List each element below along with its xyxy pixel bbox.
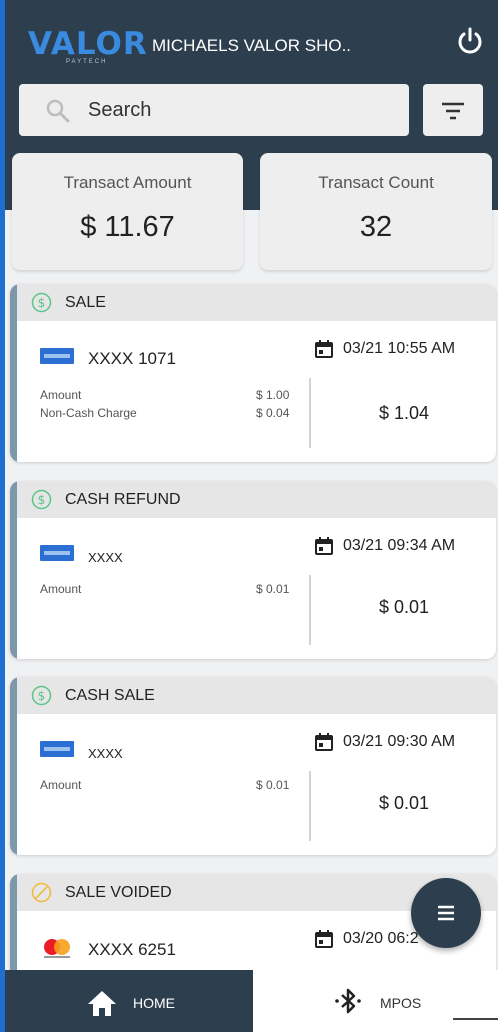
nav-mpos-tab[interactable]: MPOS <box>253 970 498 1032</box>
search-icon <box>45 98 71 124</box>
nav-indicator <box>453 1018 498 1020</box>
transaction-card[interactable]: $ CASH SALE XXXX 03/21 09:30 AM Amount $… <box>10 677 496 855</box>
transact-amount-card: Transact Amount $ 11.67 <box>12 153 243 270</box>
calendar-icon <box>315 733 333 751</box>
card-number: XXXX <box>88 550 123 565</box>
amount-value: $ 0.01 <box>256 778 290 792</box>
void-icon <box>31 882 52 903</box>
nav-home-tab[interactable]: HOME <box>0 970 253 1032</box>
transaction-type: SALE VOIDED <box>65 884 172 901</box>
card-number: XXXX <box>88 746 123 761</box>
transaction-datetime: 03/21 09:34 AM <box>343 537 456 554</box>
logo-subtitle: PAYTECH <box>66 59 108 65</box>
search-input[interactable]: Search <box>19 84 409 136</box>
non-cash-charge-label: Non-Cash Charge <box>40 406 137 420</box>
card-stripe <box>10 481 17 659</box>
mastercard-icon <box>40 938 74 958</box>
card-stripe <box>10 677 17 855</box>
transact-amount-value: $ 11.67 <box>80 211 175 243</box>
bluetooth-icon <box>335 988 361 1014</box>
svg-text:$: $ <box>38 689 46 703</box>
card-number: XXXX 6251 <box>88 940 176 959</box>
svg-text:$: $ <box>38 296 46 310</box>
calendar-icon <box>315 537 333 555</box>
filter-icon <box>442 102 464 120</box>
dollar-circle-icon: $ <box>31 292 52 313</box>
amount-label: Amount <box>40 778 82 792</box>
transaction-total: $ 0.01 <box>379 793 430 813</box>
amount-label: Amount <box>40 582 82 596</box>
transaction-card[interactable]: $ SALE XXXX 1071 03/21 10:55 AM Amount $… <box>10 284 496 462</box>
transact-count-value: 32 <box>359 211 393 243</box>
amount-value: $ 1.00 <box>256 388 290 402</box>
amount-label: Amount <box>40 388 82 402</box>
transact-count-card: Transact Count 32 <box>260 153 492 270</box>
dollar-circle-icon: $ <box>31 685 52 706</box>
transaction-card[interactable]: $ CASH REFUND XXXX 03/21 09:34 AM Amount… <box>10 481 496 659</box>
transaction-header: $ SALE <box>17 284 496 321</box>
transaction-datetime: 03/21 10:55 AM <box>343 340 456 357</box>
card-stripe <box>10 284 17 462</box>
amount-value: $ 0.01 <box>256 582 290 596</box>
amex-card-icon <box>40 348 74 364</box>
dollar-circle-icon: $ <box>31 489 52 510</box>
transaction-total: $ 1.04 <box>379 403 430 423</box>
transaction-header: $ CASH SALE <box>17 677 496 714</box>
bottom-nav: HOME MPOS <box>0 970 498 1032</box>
valor-logo: VALOR PAYTECH <box>28 26 148 66</box>
power-icon[interactable] <box>455 26 485 56</box>
search-placeholder: Search <box>88 99 152 121</box>
svg-text:$: $ <box>38 493 46 507</box>
merchant-name: MICHAELS VALOR SHO.. <box>152 36 352 55</box>
filter-button[interactable] <box>423 84 483 136</box>
transact-count-label: Transact Count <box>318 173 434 192</box>
transaction-datetime: 03/20 06:2 <box>343 930 419 947</box>
amex-card-icon <box>40 545 74 561</box>
logo-text: VALOR <box>28 26 148 62</box>
home-icon <box>88 991 116 1016</box>
nav-home-label: HOME <box>133 995 175 1011</box>
nav-mpos-label: MPOS <box>380 995 422 1011</box>
transaction-type: CASH SALE <box>65 687 155 704</box>
menu-fab-button[interactable] <box>411 878 481 948</box>
transaction-type: CASH REFUND <box>65 491 181 508</box>
screen-edge <box>0 0 5 1032</box>
transaction-header: $ CASH REFUND <box>17 481 496 518</box>
transaction-type: SALE <box>65 294 106 311</box>
transaction-datetime: 03/21 09:30 AM <box>343 733 456 750</box>
calendar-icon <box>315 340 333 358</box>
transaction-total: $ 0.01 <box>379 597 430 617</box>
transact-amount-label: Transact Amount <box>63 173 192 192</box>
non-cash-charge-value: $ 0.04 <box>256 406 290 420</box>
divider <box>309 771 311 841</box>
divider <box>309 378 311 448</box>
app-screen: VALOR PAYTECH MICHAELS VALOR SHO.. Searc… <box>0 0 498 1032</box>
menu-icon <box>438 905 454 921</box>
card-number: XXXX 1071 <box>88 349 176 368</box>
calendar-icon <box>315 930 333 948</box>
divider <box>309 575 311 645</box>
amex-card-icon <box>40 741 74 757</box>
